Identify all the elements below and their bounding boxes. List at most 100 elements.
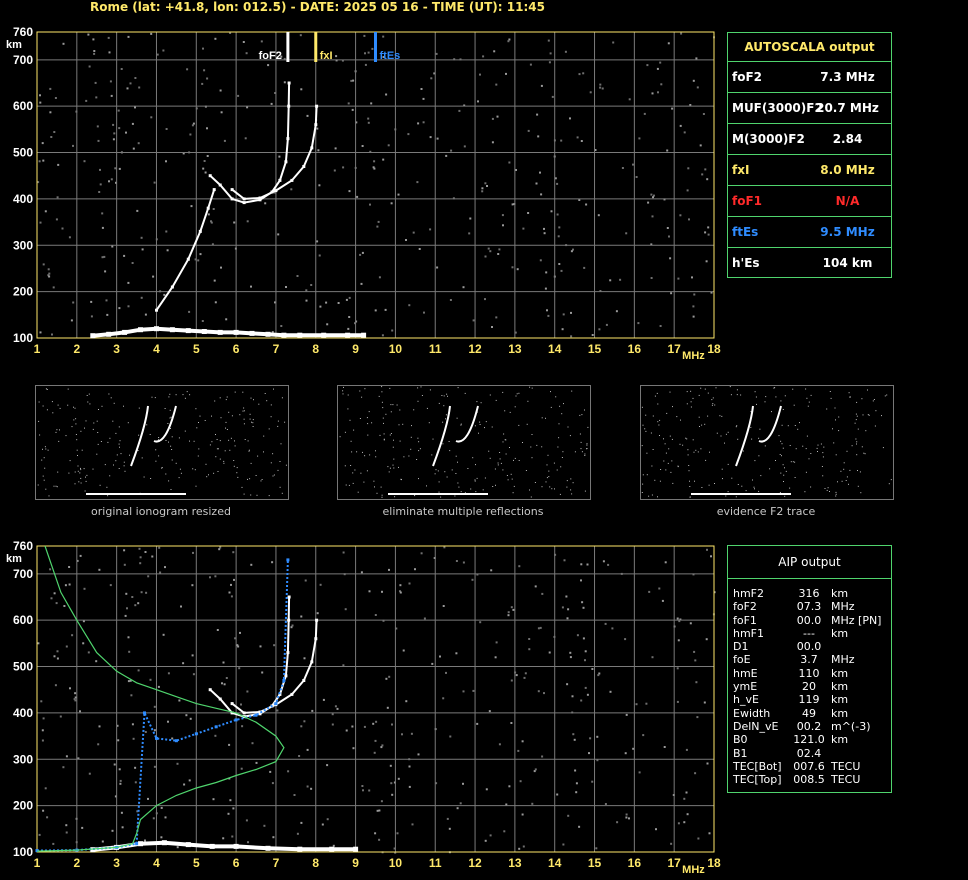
thumb-dot	[392, 446, 394, 448]
thumb-dot	[806, 397, 808, 399]
autoscala-row: foF1 N/A	[728, 185, 891, 216]
noise-dot	[408, 785, 411, 788]
thumb-dot	[270, 404, 272, 406]
thumb-dot	[671, 460, 673, 462]
noise-dot	[677, 822, 680, 825]
thumb-dot	[118, 426, 120, 428]
noise-dot	[689, 622, 692, 625]
noise-dot	[85, 99, 88, 102]
x-tick-label: 13	[508, 342, 522, 356]
thumb-dot	[856, 454, 858, 456]
thumb-dot	[484, 477, 486, 479]
thumb-dot	[547, 454, 549, 456]
thumb-dot	[857, 470, 858, 471]
noise-dot	[625, 813, 628, 816]
noise-dot	[118, 768, 121, 771]
thumb-dot	[571, 493, 573, 495]
thumb-dot	[646, 474, 648, 476]
thumb-dot	[46, 409, 48, 411]
thumb-dot	[849, 469, 851, 471]
thumb-dot	[505, 453, 507, 455]
noise-dot	[380, 746, 383, 749]
noise-dot	[695, 681, 698, 684]
noise-dot	[319, 583, 322, 586]
aip-v: 316	[798, 587, 820, 600]
noise-dot	[305, 299, 308, 302]
aip-row: h_vE 119 km	[733, 693, 891, 706]
thumb-dot	[46, 389, 48, 390]
thumb-dot	[764, 445, 766, 447]
thumb-dot	[446, 476, 448, 478]
noise-dot	[278, 155, 281, 158]
noise-dot	[49, 87, 52, 90]
thumb-dot	[257, 455, 259, 457]
noise-dot	[430, 77, 433, 80]
thumb-dot	[659, 480, 661, 482]
aip-k: foF1	[733, 613, 757, 627]
noise-dot	[65, 755, 68, 758]
noise-dot	[570, 250, 573, 253]
noise-dot	[472, 319, 475, 322]
noise-dot	[557, 235, 560, 238]
autoscala-value: 7.3 MHz	[820, 70, 875, 84]
noise-dot	[422, 97, 425, 100]
thumb-dot	[753, 486, 755, 488]
noise-dot	[201, 82, 204, 85]
noise-dot	[191, 654, 194, 657]
thumb-dot	[211, 415, 212, 417]
noise-dot	[449, 299, 452, 301]
noise-dot	[386, 706, 389, 709]
noise-dot	[118, 127, 121, 130]
noise-dot	[99, 168, 101, 171]
aip-v: 00.2	[796, 719, 822, 733]
noise-dot	[55, 218, 58, 221]
thumb-dot	[849, 396, 851, 398]
thumb-dot	[737, 438, 739, 440]
noise-dot	[204, 171, 207, 174]
noise-dot	[572, 733, 575, 736]
noise-dot	[696, 86, 699, 89]
noise-dot	[247, 841, 249, 844]
thumb-dot	[470, 488, 472, 490]
thumb-dot	[875, 410, 877, 412]
thumb-dot	[204, 420, 206, 421]
noise-dot	[162, 633, 165, 636]
autoscala-value: N/A	[835, 194, 860, 208]
noise-dot	[237, 645, 240, 648]
noise-dot	[527, 129, 530, 132]
thumb-eliminate	[337, 385, 591, 500]
thumb-dot	[138, 407, 140, 409]
thumb-dot	[890, 479, 892, 481]
aip-k: ymE	[733, 680, 758, 694]
thumb-dot	[802, 445, 804, 447]
thumb-dot	[382, 407, 384, 409]
noise-dot	[528, 638, 531, 640]
x-axis-label: MHz	[682, 350, 705, 362]
thumb-dot	[380, 486, 382, 488]
noise-dot	[446, 817, 449, 820]
noise-dot	[185, 714, 188, 717]
thumb-dot	[429, 389, 431, 391]
thumb-dot	[236, 467, 238, 469]
noise-dot	[679, 214, 682, 217]
noise-dot	[318, 184, 321, 187]
thumb-dot	[69, 460, 71, 462]
noise-dot	[686, 813, 689, 816]
noise-dot	[345, 729, 348, 732]
thumb-dot	[807, 405, 809, 407]
aip-v: 3.7	[800, 653, 818, 667]
noise-dot	[472, 689, 475, 692]
thumb-dot	[398, 424, 400, 426]
thumb-dot	[272, 453, 274, 455]
x-tick-label: 2	[73, 856, 80, 870]
noise-dot	[484, 182, 487, 185]
noise-dot	[192, 673, 195, 676]
thumb-dot	[199, 415, 201, 417]
noise-dot	[326, 818, 329, 821]
thumb-dot	[393, 458, 395, 460]
x-tick-label: 7	[273, 856, 280, 870]
thumb-dot	[58, 440, 60, 442]
thumb-dot	[784, 467, 785, 469]
thumb-dot	[359, 418, 361, 419]
noise-dot	[134, 77, 137, 79]
